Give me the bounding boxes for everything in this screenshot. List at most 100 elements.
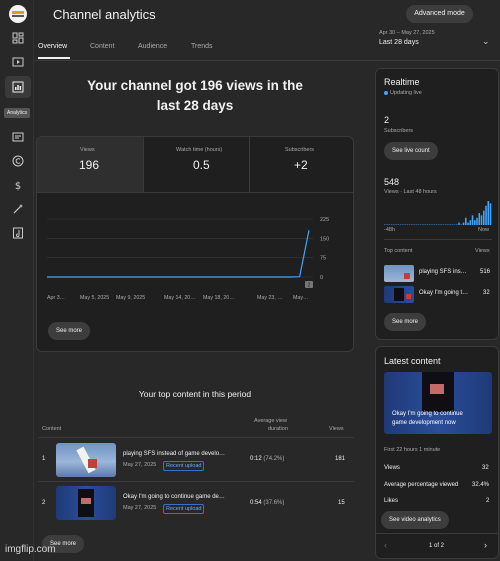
- earn-icon[interactable]: $: [12, 179, 24, 191]
- tabs-divider: [34, 60, 500, 61]
- realtime-bar: [388, 224, 391, 225]
- headline-line-1: Your channel got 196 views in the: [87, 78, 303, 93]
- realtime-bar: [415, 224, 418, 225]
- content-icon[interactable]: [12, 56, 24, 68]
- views-line-chart: 225 150 75 0 Apr 3… May 5, 2025 May 9, 2025 May…: [47, 217, 329, 301]
- realtime-bar: [404, 224, 406, 225]
- analytics-icon[interactable]: [12, 81, 24, 93]
- tab-overview[interactable]: Overview: [38, 43, 67, 50]
- video-thumbnail[interactable]: [56, 443, 116, 477]
- dashboard-icon[interactable]: [12, 32, 24, 44]
- realtime-bar: [413, 224, 415, 225]
- x-tick-label: Apr 3…: [47, 295, 65, 301]
- rt-views-col: Views: [475, 248, 490, 254]
- divider: [376, 533, 498, 534]
- realtime-bar: [487, 201, 490, 225]
- date-range-picker[interactable]: Apr 30 – May 27, 2025 Last 28 days: [379, 30, 435, 46]
- duration-pct: (37.6%): [263, 500, 285, 506]
- video-thumbnail[interactable]: [384, 286, 414, 303]
- metric-label: Subscribers: [285, 147, 315, 153]
- advanced-mode-button[interactable]: Advanced mode: [406, 5, 473, 23]
- customization-icon[interactable]: [12, 203, 24, 215]
- avg-view-duration: 0:12 (74.2%): [250, 456, 284, 462]
- realtime-bar: [485, 205, 487, 225]
- tab-content[interactable]: Content: [90, 43, 115, 50]
- axis-left-label: -48h: [384, 227, 396, 233]
- metric-label: Views: [80, 147, 95, 153]
- realtime-bar: [417, 224, 420, 225]
- realtime-bar: [489, 203, 492, 225]
- realtime-views-value: 548: [384, 177, 400, 187]
- analytics-tooltip: Analytics: [4, 108, 31, 118]
- realtime-title: Realtime: [384, 77, 420, 87]
- metric-watch-time[interactable]: Watch time (hours) 0.5: [143, 137, 249, 192]
- audio-library-icon[interactable]: [12, 227, 24, 239]
- rt-item-title[interactable]: playing SFS ins…: [419, 269, 467, 275]
- tab-audience[interactable]: Audience: [138, 43, 167, 50]
- realtime-bar: [483, 210, 485, 225]
- latest-content-title: Latest content: [384, 356, 441, 366]
- realtime-bar-chart: [384, 201, 492, 225]
- realtime-bar: [478, 213, 481, 225]
- y-tick-label: 75: [320, 256, 326, 262]
- page-title: Channel analytics: [53, 7, 156, 22]
- thumbnail-caption: Okay I'm going to continue game developm…: [392, 410, 463, 428]
- svg-text:$: $: [15, 181, 21, 191]
- realtime-bar: [444, 224, 447, 225]
- video-title[interactable]: Okay I'm going to continue game de…: [123, 494, 225, 500]
- watermark: imgflip.com: [5, 544, 56, 555]
- realtime-bar: [458, 222, 460, 225]
- x-tick-label: May 18, 20…: [203, 295, 235, 301]
- col-views: Views: [329, 426, 344, 432]
- stat-value: 2: [486, 498, 490, 504]
- summary-headline: Your channel got 196 views in the last 2…: [60, 76, 330, 116]
- metric-value: 196: [79, 158, 100, 172]
- y-tick-label: 225: [320, 217, 329, 223]
- realtime-bar: [456, 224, 458, 225]
- chevron-left-icon[interactable]: ‹: [384, 540, 387, 550]
- tab-trends[interactable]: Trends: [191, 43, 213, 50]
- chevron-right-icon[interactable]: ›: [484, 540, 487, 550]
- realtime-bar: [476, 217, 478, 225]
- latest-video-thumbnail[interactable]: Okay I'm going to continue game developm…: [384, 372, 492, 434]
- realtime-card: Realtime Updating live 2 Subscribers See…: [375, 68, 499, 340]
- stat-value: 32.4%: [472, 482, 490, 488]
- metric-views[interactable]: Views 196: [37, 137, 143, 192]
- see-more-button[interactable]: See more: [48, 322, 91, 340]
- stat-label: Likes: [384, 498, 399, 504]
- caption-line-1: Okay I'm going to continue: [392, 411, 463, 417]
- channel-avatar[interactable]: [9, 5, 27, 23]
- video-thumbnail[interactable]: [56, 486, 116, 520]
- end-marker-label: 2: [308, 283, 311, 289]
- metric-subscribers[interactable]: Subscribers +2: [249, 137, 353, 192]
- duration-value: 0:54: [250, 500, 262, 506]
- stat-label: Average percentage viewed: [384, 482, 459, 488]
- live-status: Updating live: [384, 90, 422, 96]
- copyright-icon[interactable]: [12, 155, 24, 167]
- realtime-bar: [408, 224, 411, 225]
- col-content: Content: [42, 426, 62, 432]
- realtime-bar: [467, 222, 469, 225]
- realtime-bar: [447, 224, 449, 225]
- date-range-dates: Apr 30 – May 27, 2025: [379, 30, 435, 36]
- realtime-bar: [469, 220, 472, 225]
- comments-icon[interactable]: [12, 131, 24, 143]
- realtime-bar: [453, 224, 456, 225]
- recent-upload-badge: Recent upload: [163, 504, 205, 514]
- rt-item-title[interactable]: Okay I'm going t…: [419, 290, 468, 296]
- recent-upload-badge: Recent upload: [163, 461, 205, 471]
- see-more-button[interactable]: See more: [384, 313, 427, 331]
- video-thumbnail[interactable]: [384, 265, 414, 282]
- see-video-analytics-button[interactable]: See video analytics: [381, 511, 449, 529]
- live-status-text: Updating live: [390, 90, 422, 96]
- metric-label: Watch time (hours): [176, 147, 223, 153]
- realtime-bar: [426, 224, 429, 225]
- realtime-bar: [393, 224, 395, 225]
- x-tick-label: May 14, 20…: [164, 295, 196, 301]
- row-views: 181: [335, 456, 346, 462]
- see-live-count-button[interactable]: See live count: [384, 142, 438, 160]
- pager-label: 1 of 2: [429, 543, 445, 549]
- video-title[interactable]: playing SFS instead of game develo…: [123, 451, 225, 457]
- chevron-down-icon[interactable]: ⌄: [482, 36, 490, 47]
- latest-content-card: Latest content Okay I'm going to continu…: [375, 346, 499, 559]
